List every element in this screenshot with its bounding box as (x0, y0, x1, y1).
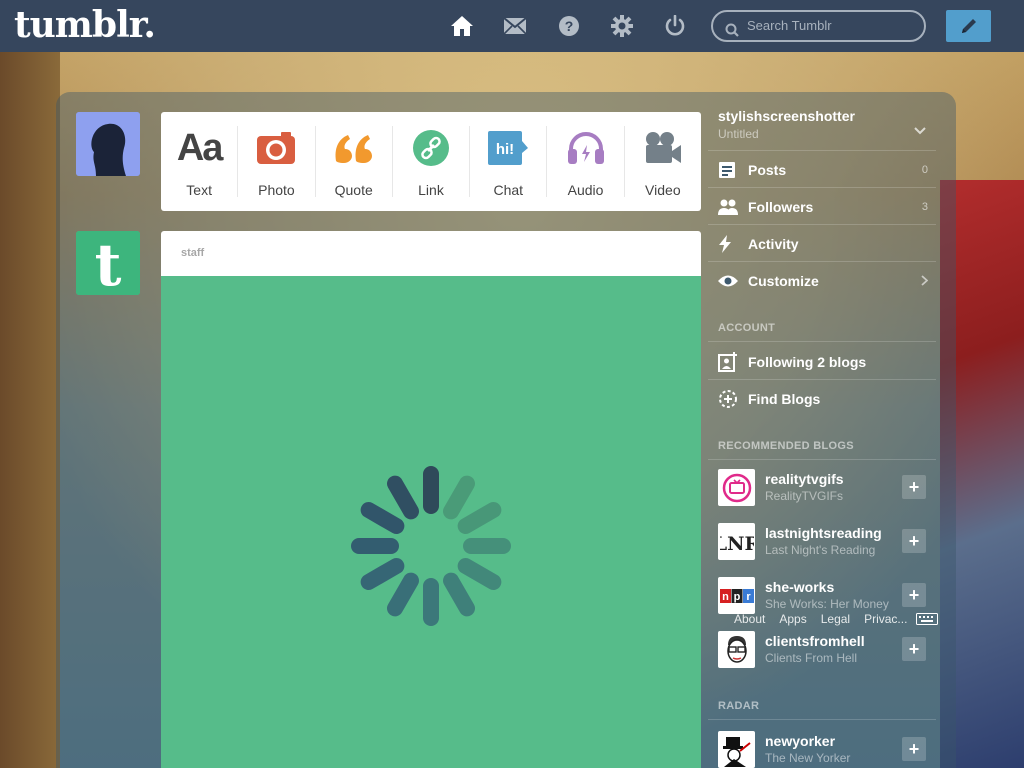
post-header: staff (161, 231, 701, 276)
sidebar-item-customize[interactable]: Customize (718, 262, 936, 299)
settings-gear-icon[interactable] (610, 14, 634, 38)
sidebar-item-posts[interactable]: Posts 0 (718, 151, 936, 188)
svg-text:hi!: hi! (496, 141, 514, 158)
divider (708, 341, 936, 342)
follow-plus-button[interactable]: + (902, 583, 926, 607)
quote-icon (316, 126, 392, 170)
realitytvgifs-avatar (718, 469, 755, 506)
svg-text:p: p (733, 591, 740, 603)
search-placeholder: Search Tumblr (747, 18, 832, 33)
post-type-bar: Aa Text Photo Quote Link hi! Chat Audio (161, 112, 701, 211)
chevron-down-icon[interactable] (914, 122, 926, 140)
headphones-icon (547, 126, 623, 170)
post-chat-button[interactable]: hi! Chat (470, 126, 548, 198)
footer-link-apps[interactable]: Apps (779, 612, 806, 626)
loading-spinner-icon (351, 466, 511, 626)
follow-plus-button[interactable]: + (902, 737, 926, 761)
recommended-blog-item[interactable]: realitytvgifs RealityTVGIFs + (718, 469, 938, 509)
search-icon (725, 19, 739, 47)
keyboard-shortcuts-icon[interactable] (916, 612, 938, 630)
inbox-icon[interactable] (503, 14, 527, 38)
sidebar-item-find-blogs[interactable]: Find Blogs (718, 380, 936, 417)
sidebar-item-activity[interactable]: Activity (718, 225, 936, 262)
footer-links: About Apps Legal Privac... (734, 612, 907, 626)
following-icon (718, 351, 748, 372)
background-edge (0, 52, 60, 768)
post-audio-button[interactable]: Audio (547, 126, 625, 198)
staff-avatar[interactable]: t (76, 231, 140, 295)
clientsfromhell-avatar (718, 631, 755, 668)
chat-bubble-icon: hi! (470, 126, 546, 170)
video-camera-icon (625, 126, 701, 170)
posts-icon (718, 161, 748, 179)
tumblr-logo[interactable]: tumblr. (14, 4, 156, 46)
svg-text:r: r (746, 591, 751, 603)
eye-icon (718, 274, 748, 288)
svg-text:n: n (722, 591, 729, 603)
sidebar-item-followers[interactable]: Followers 3 (718, 188, 936, 225)
compose-post-button[interactable] (946, 10, 991, 42)
logout-power-icon[interactable] (663, 14, 687, 38)
posts-count: 0 (921, 163, 928, 176)
post-link-button[interactable]: Link (393, 126, 471, 198)
account-heading: ACCOUNT (718, 322, 776, 334)
camera-icon (238, 126, 314, 170)
svg-text:LNR: LNR (720, 533, 754, 555)
sidebar-item-following[interactable]: Following 2 blogs (718, 343, 936, 380)
divider (708, 459, 936, 460)
follow-plus-button[interactable]: + (902, 529, 926, 553)
recommended-blog-item[interactable]: LNR lastnightsreading Last Night's Readi… (718, 523, 938, 563)
user-avatar[interactable] (76, 112, 140, 176)
followers-icon (718, 199, 748, 215)
post-quote-button[interactable]: Quote (316, 126, 393, 198)
pencil-icon (961, 19, 976, 33)
help-icon[interactable]: ? (557, 14, 581, 38)
radar-blog-item[interactable]: newyorker The New Yorker + (718, 731, 938, 768)
svg-text:?: ? (565, 18, 574, 34)
lastnightsreading-avatar: LNR (718, 523, 755, 560)
newyorker-avatar (718, 731, 755, 768)
svg-text:t: t (95, 231, 122, 295)
recommended-blog-item[interactable]: clientsfromhell Clients From Hell + (718, 631, 938, 671)
text-icon: Aa (176, 126, 224, 169)
chevron-right-icon (921, 273, 929, 289)
search-input[interactable]: Search Tumblr (711, 10, 926, 42)
followers-count: 3 (921, 200, 928, 213)
blog-name[interactable]: stylishscreenshotter (718, 108, 855, 124)
post-author-link[interactable]: staff (181, 247, 204, 259)
top-navbar: tumblr. ? Search Tumblr (0, 0, 1024, 52)
footer-link-privacy[interactable]: Privac... (864, 612, 907, 626)
blog-title: Untitled (718, 127, 759, 141)
home-icon[interactable] (450, 14, 474, 38)
post-content-loading (161, 276, 701, 768)
lightning-icon (718, 234, 748, 253)
post-photo-button[interactable]: Photo (238, 126, 316, 198)
footer-link-about[interactable]: About (734, 612, 765, 626)
divider (708, 719, 936, 720)
follow-plus-button[interactable]: + (902, 475, 926, 499)
find-blogs-icon (718, 389, 748, 409)
post-text-button[interactable]: Aa Text (161, 126, 239, 198)
npr-avatar: npr (718, 577, 755, 614)
radar-heading: RADAR (718, 700, 760, 712)
post-video-button[interactable]: Video (625, 126, 701, 198)
follow-plus-button[interactable]: + (902, 637, 926, 661)
link-icon (393, 126, 469, 170)
recommended-blog-item[interactable]: npr she-works She Works: Her Money + (718, 577, 938, 617)
footer-link-legal[interactable]: Legal (821, 612, 850, 626)
recommended-blogs-heading: RECOMMENDED BLOGS (718, 440, 854, 452)
